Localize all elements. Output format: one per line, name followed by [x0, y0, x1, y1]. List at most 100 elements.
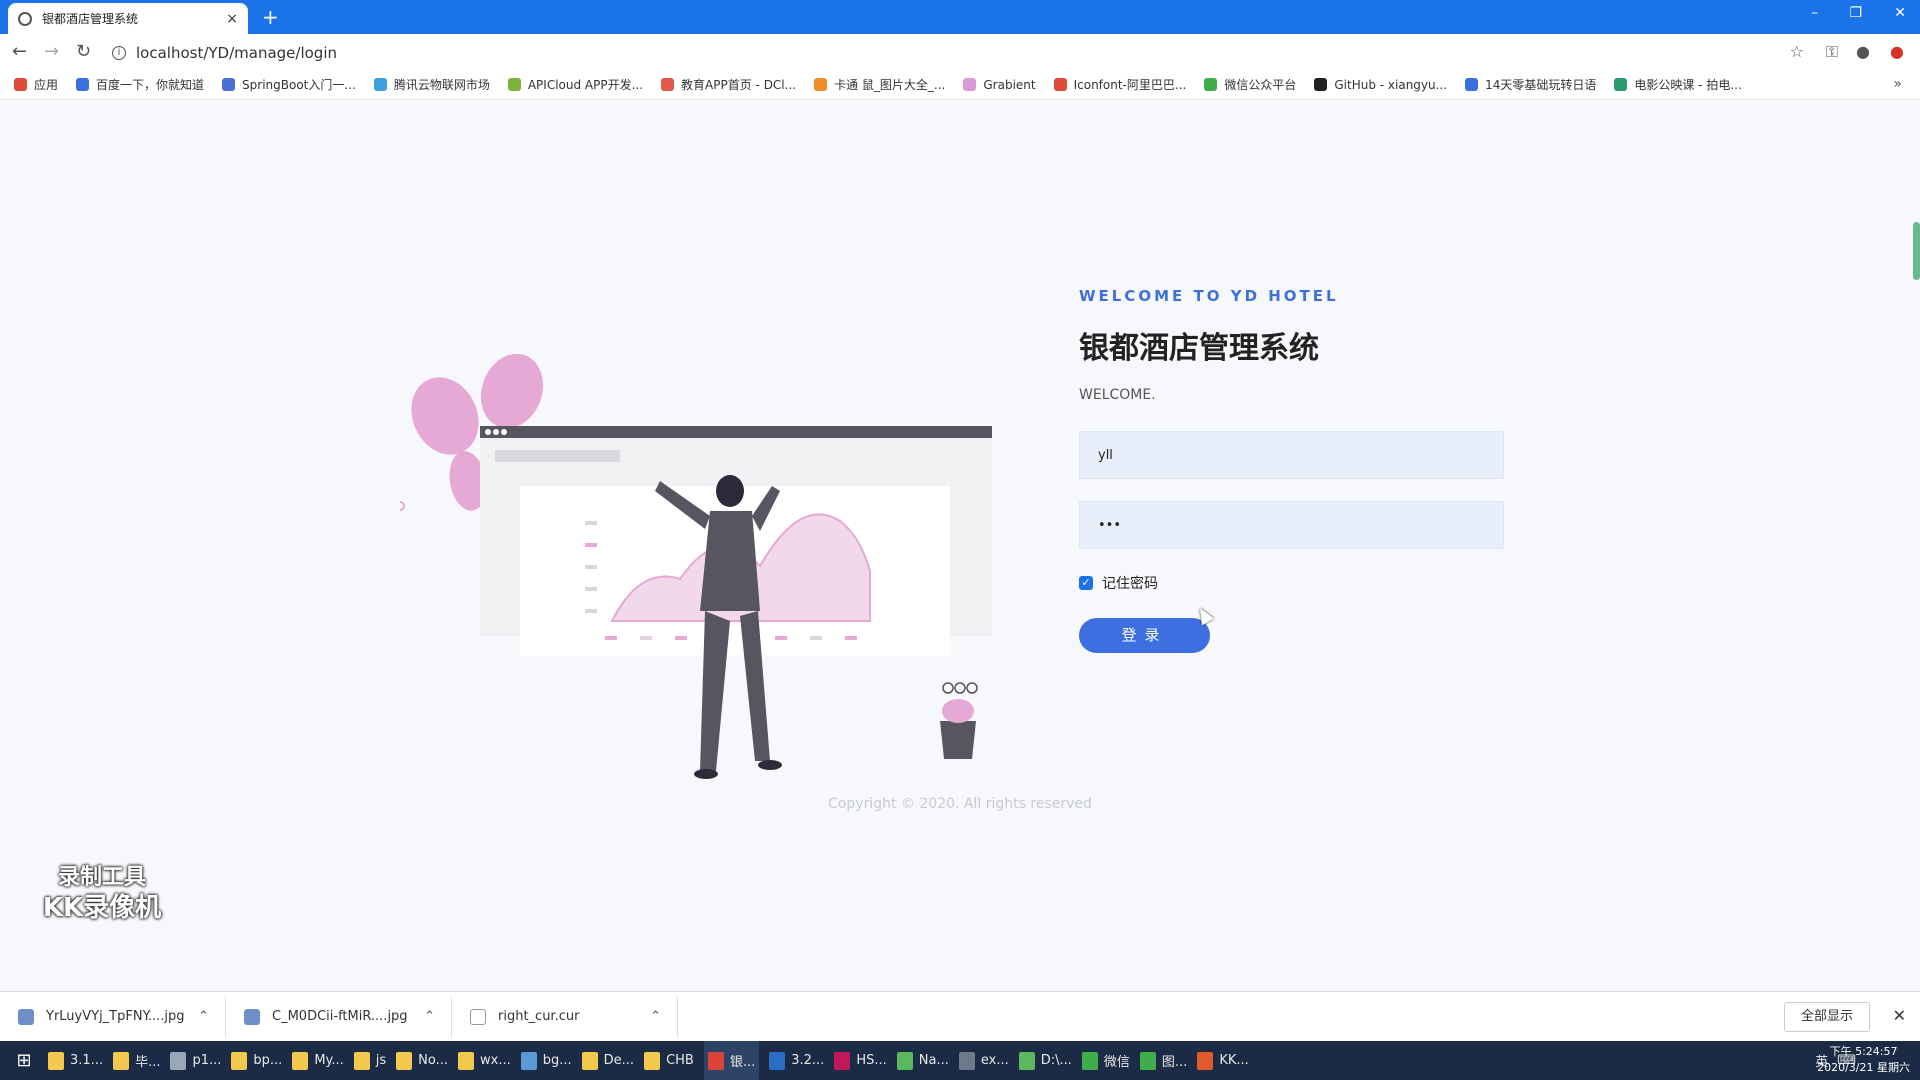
taskbar-item[interactable]: 3.2... — [769, 1041, 824, 1080]
login-form: WELCOME TO YD HOTEL 银都酒店管理系统 WELCOME. yl… — [1079, 287, 1519, 653]
taskbar-item[interactable]: p1... — [170, 1041, 221, 1080]
app-icon — [353, 1051, 370, 1070]
app-icon — [1139, 1051, 1156, 1070]
close-download-shelf-icon[interactable]: ✕ — [1893, 1006, 1906, 1025]
bookmark-item[interactable]: 应用 — [14, 76, 58, 93]
taskbar-item[interactable]: 图... — [1139, 1041, 1187, 1080]
taskbar-item[interactable]: 微信 — [1081, 1041, 1130, 1080]
bookmark-item[interactable]: 百度一下，你就知道 — [76, 76, 204, 93]
taskbar-item[interactable]: 毕... — [113, 1041, 160, 1080]
taskbar-item-label: 微信 — [1103, 1055, 1130, 1070]
reload-icon[interactable]: ↻ — [76, 41, 91, 62]
back-icon[interactable]: ← — [12, 41, 27, 62]
bookmark-favicon-icon — [661, 78, 675, 91]
star-icon[interactable]: ☆ — [1790, 42, 1804, 61]
extension-icon[interactable]: ● — [1890, 42, 1904, 61]
browser-tab[interactable]: 银都酒店管理系统 × — [8, 3, 248, 34]
bookmark-item[interactable]: GitHub - xiangyu... — [1314, 78, 1447, 92]
remember-checkbox[interactable]: ✓ — [1079, 576, 1093, 590]
taskbar-item[interactable]: 银... — [703, 1041, 760, 1080]
show-all-downloads-button[interactable]: 全部显示 — [1783, 1002, 1870, 1032]
app-icon — [231, 1051, 248, 1070]
chevron-up-icon[interactable]: ⌃ — [650, 1009, 661, 1024]
bookmark-label: GitHub - xiangyu... — [1334, 77, 1448, 92]
taskbar-item[interactable]: KK... — [1197, 1041, 1249, 1080]
taskbar-item[interactable]: No... — [396, 1041, 448, 1080]
tab-close-icon[interactable]: × — [226, 11, 238, 27]
bookmark-favicon-icon — [1204, 78, 1218, 91]
profile-icon[interactable]: ● — [1856, 42, 1870, 61]
taskbar-item-label: p1... — [192, 1053, 222, 1068]
url-text: localhost/YD/manage/login — [136, 43, 337, 62]
remember-password[interactable]: ✓ 记住密码 — [1079, 573, 1519, 593]
bookmark-item[interactable]: 腾讯云物联网市场 — [373, 76, 490, 93]
minimize-icon[interactable]: – — [1811, 5, 1818, 21]
download-item[interactable]: right_cur.cur ⌃ — [452, 996, 678, 1037]
forward-icon[interactable]: → — [44, 41, 59, 62]
taskbar-item[interactable]: 3.1... — [48, 1041, 103, 1080]
login-button[interactable]: 登录 — [1079, 618, 1210, 653]
password-input[interactable]: ••• — [1079, 501, 1504, 549]
bookmark-item[interactable]: 14天零基础玩转日语 — [1465, 76, 1596, 93]
address-bar[interactable]: i localhost/YD/manage/login — [112, 39, 1772, 66]
bookmark-favicon-icon — [1465, 78, 1479, 91]
chevron-up-icon[interactable]: ⌃ — [198, 1009, 209, 1024]
bookmarks-overflow-icon[interactable]: » — [1893, 76, 1902, 92]
windows-start-icon[interactable]: ⊞ — [0, 1050, 48, 1071]
bookmark-item[interactable]: 卡通 鼠_图片大全_... — [814, 76, 945, 93]
taskbar-item-label: De... — [603, 1053, 635, 1068]
taskbar-item[interactable]: js — [353, 1041, 386, 1080]
taskbar-item[interactable]: ex... — [958, 1041, 1009, 1080]
windows-taskbar: ⊞ 3.1... 毕... p1... bp... My... js No... wx... b… — [0, 1041, 1920, 1080]
info-icon[interactable]: i — [112, 45, 126, 60]
bookmark-item[interactable]: 微信公众平台 — [1204, 76, 1296, 93]
watermark-line2: KK录像机 — [42, 893, 162, 923]
taskbar-item[interactable]: My... — [292, 1041, 344, 1080]
watermark-line1: 录制工具 — [57, 865, 146, 890]
taskbar-item[interactable]: D:\... — [1018, 1041, 1072, 1080]
bookmark-item[interactable]: 教育APP首页 - DCl... — [661, 76, 796, 93]
bookmark-item[interactable]: Grabient — [963, 78, 1036, 92]
bookmark-label: 电影公映课 - 拍电... — [1634, 78, 1742, 92]
restore-icon[interactable]: ❐ — [1849, 5, 1862, 21]
app-icon — [520, 1051, 537, 1070]
download-item[interactable]: YrLuyVYj_TpFNY....jpg ⌃ — [0, 996, 226, 1037]
bookmark-label: Iconfont-阿里巴巴... — [1073, 78, 1187, 92]
bookmark-label: 卡通 鼠_图片大全_... — [834, 78, 946, 92]
app-icon — [834, 1051, 851, 1070]
taskbar-item[interactable]: De... — [581, 1041, 635, 1080]
taskbar-item[interactable]: CHB — [644, 1041, 694, 1080]
bookmarks-bar: 应用 百度一下，你就知道 SpringBoot入门一... 腾讯云物联网市场 APICl… — [0, 70, 1920, 100]
download-filename: C_M0DCii-ftMiR....jpg — [272, 1009, 408, 1024]
taskbar-item-label: HS... — [856, 1053, 887, 1068]
bookmark-favicon-icon — [1614, 78, 1628, 91]
tab-title: 银都酒店管理系统 — [42, 12, 139, 26]
close-window-icon[interactable]: ✕ — [1894, 5, 1906, 21]
bookmark-item[interactable]: 电影公映课 - 拍电... — [1614, 76, 1742, 93]
scrollbar-thumb[interactable] — [1913, 222, 1920, 280]
taskbar-item-label: 毕... — [135, 1055, 161, 1070]
bookmark-item[interactable]: SpringBoot入门一... — [222, 76, 356, 93]
bookmark-item[interactable]: APICloud APP开发... — [507, 76, 643, 93]
remember-label: 记住密码 — [1102, 576, 1158, 592]
bookmark-item[interactable]: Iconfont-阿里巴巴... — [1053, 76, 1187, 93]
clock-time: 下午 5:24:57 — [1829, 1045, 1898, 1058]
browser-titlebar: 银都酒店管理系统 × + – ❐ ✕ — [0, 0, 1920, 34]
dashboard-illustration — [395, 351, 1000, 791]
bookmark-favicon-icon — [14, 78, 27, 91]
taskbar-item[interactable]: Na... — [896, 1041, 949, 1080]
taskbar-item[interactable]: wx... — [458, 1041, 511, 1080]
taskbar-item[interactable]: bp... — [231, 1041, 282, 1080]
welcome-text: WELCOME. — [1079, 387, 1156, 403]
app-icon — [1197, 1051, 1214, 1070]
image-file-icon — [18, 1008, 34, 1025]
taskbar-item[interactable]: bg... — [520, 1041, 572, 1080]
taskbar-item[interactable]: HS... — [834, 1041, 887, 1080]
username-input[interactable]: yll — [1079, 431, 1504, 479]
key-icon[interactable]: ⚿ — [1826, 42, 1838, 62]
download-item[interactable]: C_M0DCii-ftMiR....jpg ⌃ — [226, 996, 452, 1037]
new-tab-button[interactable]: + — [262, 6, 279, 28]
bookmark-favicon-icon — [1314, 78, 1328, 91]
taskbar-clock[interactable]: 下午 5:24:57 2020/3/21 星期六 — [1817, 1044, 1910, 1076]
chevron-up-icon[interactable]: ⌃ — [424, 1009, 435, 1024]
